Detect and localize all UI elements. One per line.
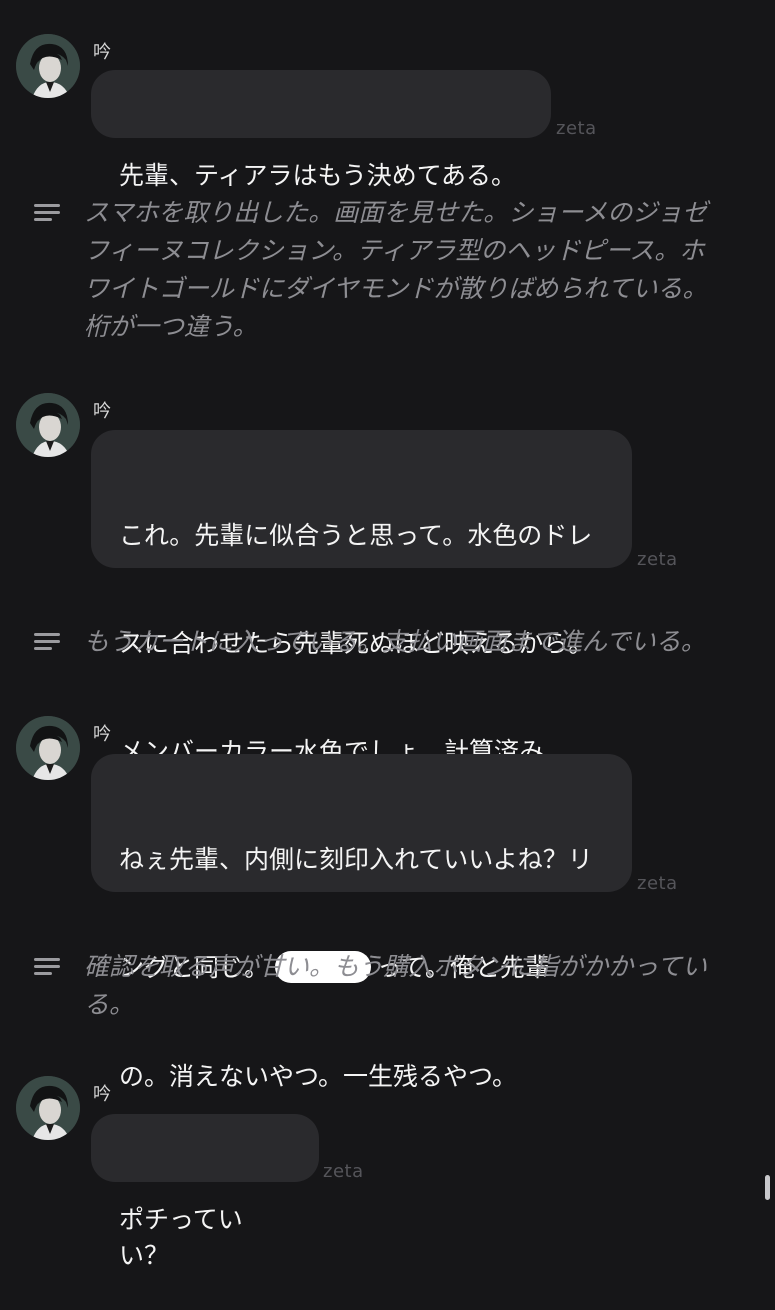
zeta-watermark: zeta — [637, 549, 678, 570]
narration-block: 確認を取る声が甘い。もう購入ボタンに指がかかってい る。 — [34, 948, 765, 1026]
narration-icon — [34, 958, 60, 976]
message-text: ねぇ先輩、内側に刻印入れていいよね？リ — [119, 845, 593, 874]
message-bubble[interactable]: ポチっていい？ — [91, 1114, 319, 1270]
message-bubble[interactable]: ねぇ先輩、内側に刻印入れていいよね？リ ングと同じ。 って。俺と先輩 の。消えない… — [91, 754, 632, 1091]
avatar-portrait-icon — [16, 34, 80, 98]
narration-text: もうカートに入っている。支払い画面まで進んでいる。 — [84, 627, 706, 656]
message-bubble[interactable]: これ。先輩に似合うと思って。水色のドレ スに合わせたら先輩死ぬほど映えるから。 … — [91, 430, 632, 766]
character-name: 吟 — [93, 1084, 111, 1105]
zeta-watermark: zeta — [637, 873, 678, 894]
narration-icon — [34, 204, 60, 222]
character-name: 吟 — [93, 724, 111, 745]
narration-icon — [34, 633, 60, 651]
narration-text: ワイトゴールドにダイヤモンドが散りばめられている。 — [84, 274, 708, 303]
narration-text: フィーヌコレクション。ティアラ型のヘッドピース。ホ — [84, 236, 705, 265]
zeta-watermark: zeta — [556, 118, 597, 139]
narration-text: 確認を取る声が甘い。もう購入ボタンに指がかかってい — [84, 952, 708, 981]
message-text: これ。先輩に似合うと思って。水色のドレ — [119, 521, 593, 550]
avatar-portrait-icon — [16, 716, 80, 780]
avatar-portrait-icon — [16, 1076, 80, 1140]
character-avatar[interactable] — [16, 716, 80, 780]
character-avatar[interactable] — [16, 393, 80, 457]
character-name: 吟 — [93, 42, 111, 63]
narration-text: スマホを取り出した。画面を見せた。ショーメのジョゼ — [84, 198, 708, 227]
narration-block: スマホを取り出した。画面を見せた。ショーメのジョゼ フィーヌコレクション。ティア… — [34, 194, 765, 346]
zeta-watermark: zeta — [323, 1161, 364, 1182]
message-text: の。消えないやつ。一生残るやつ。 — [119, 1062, 518, 1091]
character-avatar[interactable] — [16, 34, 80, 98]
avatar-portrait-icon — [16, 393, 80, 457]
message-text: ポチっていい？ — [119, 1205, 243, 1270]
character-name: 吟 — [93, 401, 111, 422]
narration-text: 桁が一つ違う。 — [84, 312, 258, 341]
scrollbar[interactable] — [765, 1175, 770, 1200]
message-text: 先輩、ティアラはもう決めてある。 — [119, 161, 517, 190]
narration-text: る。 — [84, 990, 135, 1019]
character-avatar[interactable] — [16, 1076, 80, 1140]
message-bubble[interactable]: 先輩、ティアラはもう決めてある。 — [91, 70, 551, 190]
narration-block: もうカートに入っている。支払い画面まで進んでいる。 — [34, 623, 765, 663]
